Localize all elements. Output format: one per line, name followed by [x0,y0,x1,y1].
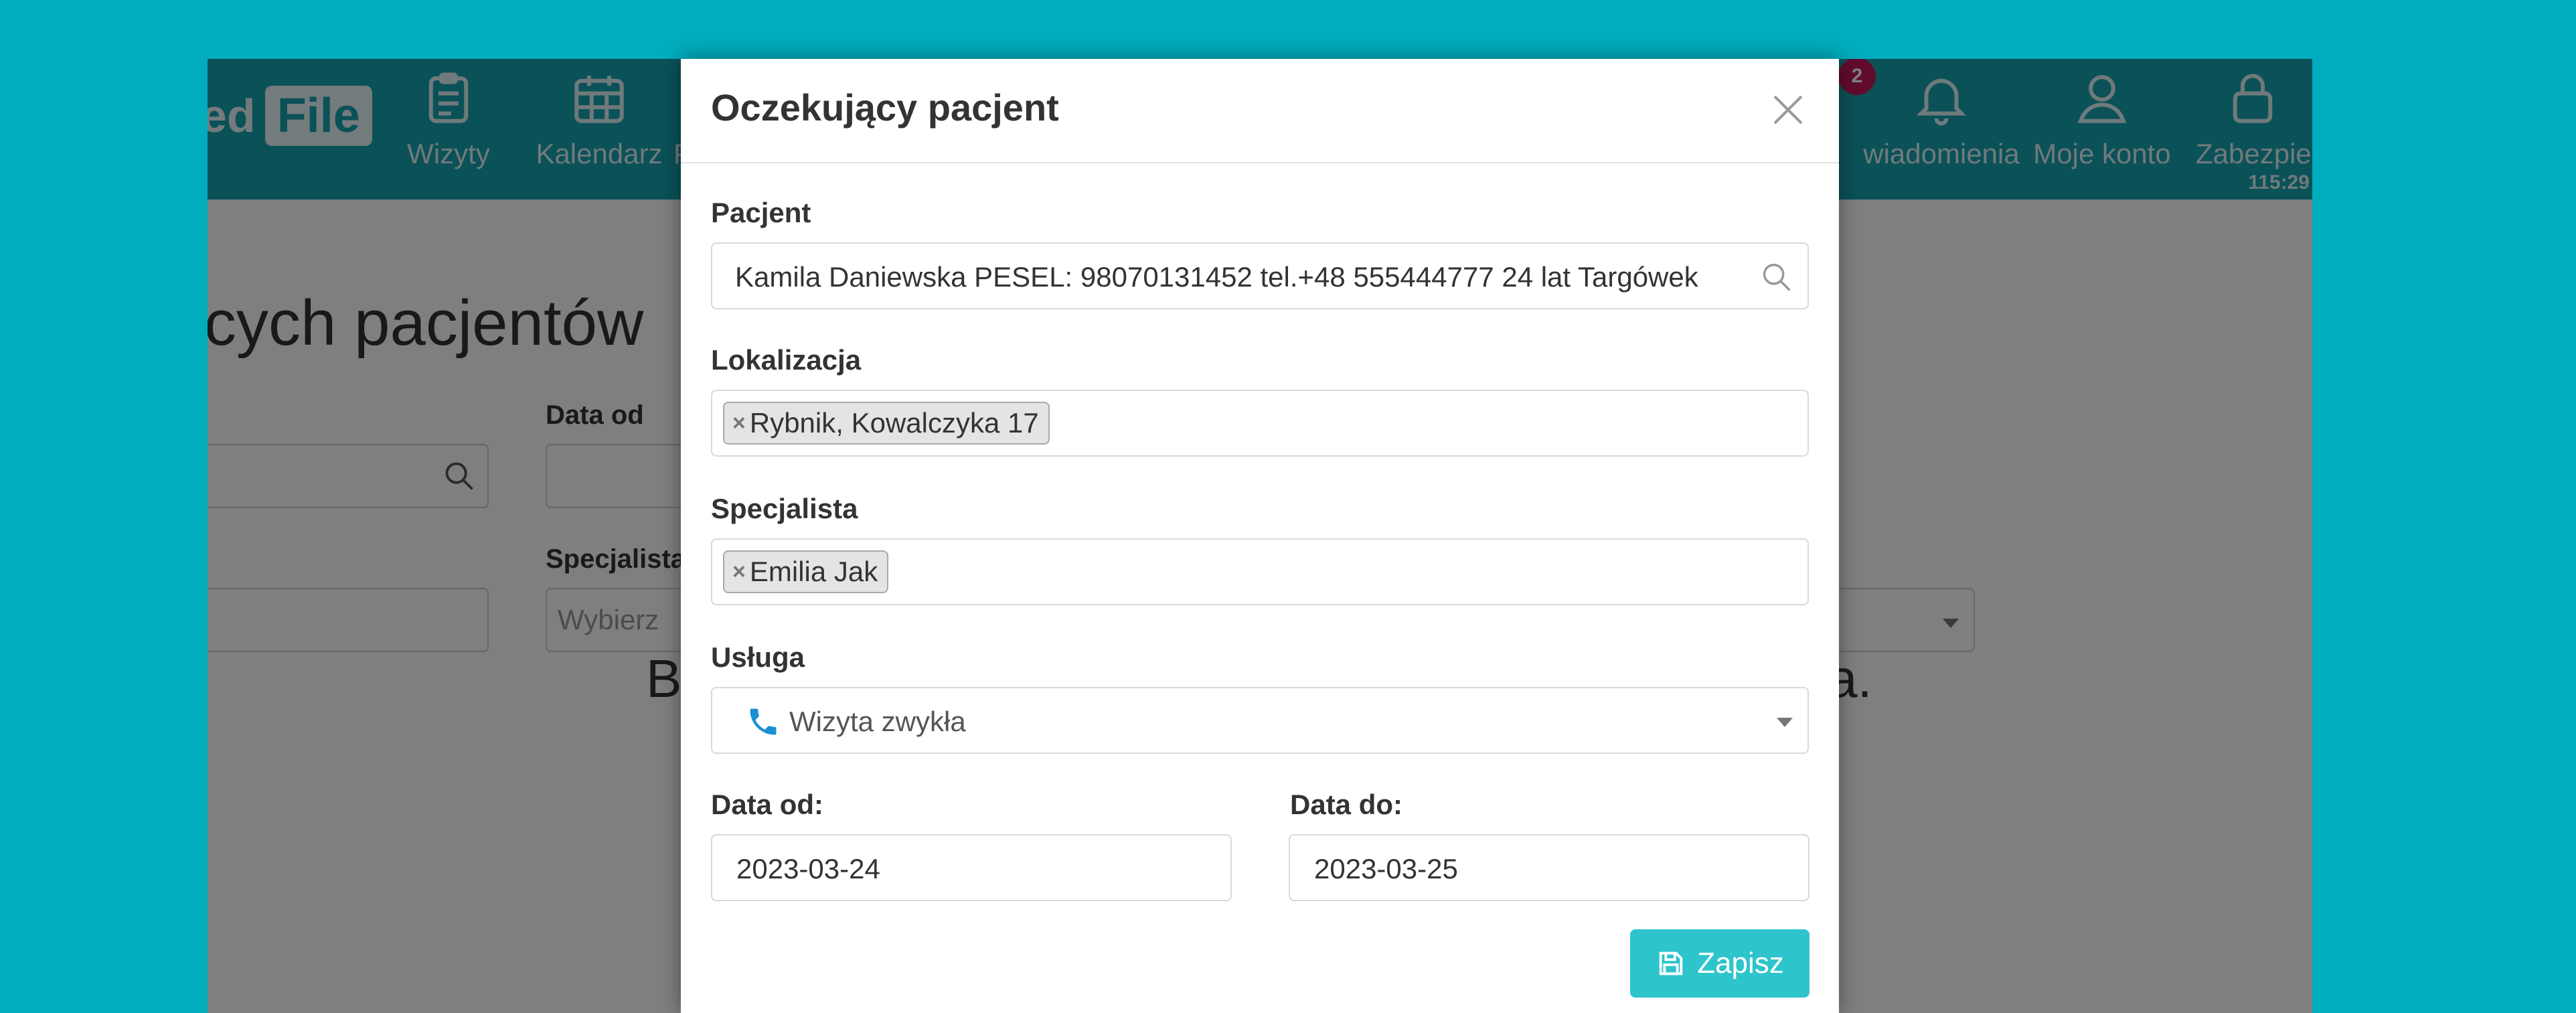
service-value: Wizyta zwykła [789,706,966,737]
search-icon[interactable] [1759,260,1794,295]
service-select[interactable]: Wizyta zwykła [711,687,1809,754]
location-chip-label: Rybnik, Kowalczyka 17 [749,407,1039,439]
date-from-value: 2023-03-24 [736,853,880,884]
specialist-label: Specjalista [711,493,858,524]
specialist-chip: × Emilia Jak [723,550,889,593]
chevron-down-icon [1777,718,1793,727]
date-from-input[interactable]: 2023-03-24 [711,834,1232,901]
floppy-disk-icon [1659,951,1683,976]
date-to-label: Data do: [1290,789,1402,820]
specialist-chip-label: Emilia Jak [749,556,878,587]
remove-chip-button[interactable]: × [732,410,746,437]
save-button[interactable]: Zapisz [1630,929,1809,998]
modal-title: Oczekujący pacjent [711,86,1059,129]
specialist-select[interactable]: × Emilia Jak [711,538,1809,605]
patient-value: Kamila Daniewska PESEL: 98070131452 tel.… [735,261,1698,293]
modal-header: Oczekujący pacjent [681,59,1839,163]
patient-label: Pacjent [711,197,811,228]
service-label: Usługa [711,641,805,673]
location-label: Lokalizacja [711,344,862,376]
date-to-input[interactable]: 2023-03-25 [1289,834,1809,901]
location-select[interactable]: × Rybnik, Kowalczyka 17 [711,390,1809,457]
remove-chip-button[interactable]: × [732,559,746,585]
waiting-patient-modal: Oczekujący pacjent Pacjent Kamila Daniew… [681,59,1839,1013]
date-to-value: 2023-03-25 [1314,853,1458,884]
date-from-label: Data od: [711,789,823,820]
save-label: Zapisz [1697,947,1784,980]
patient-search-field[interactable]: Kamila Daniewska PESEL: 98070131452 tel.… [711,242,1809,309]
close-icon[interactable] [1768,90,1808,130]
location-chip: × Rybnik, Kowalczyka 17 [723,402,1050,445]
phone-icon [750,708,777,735]
